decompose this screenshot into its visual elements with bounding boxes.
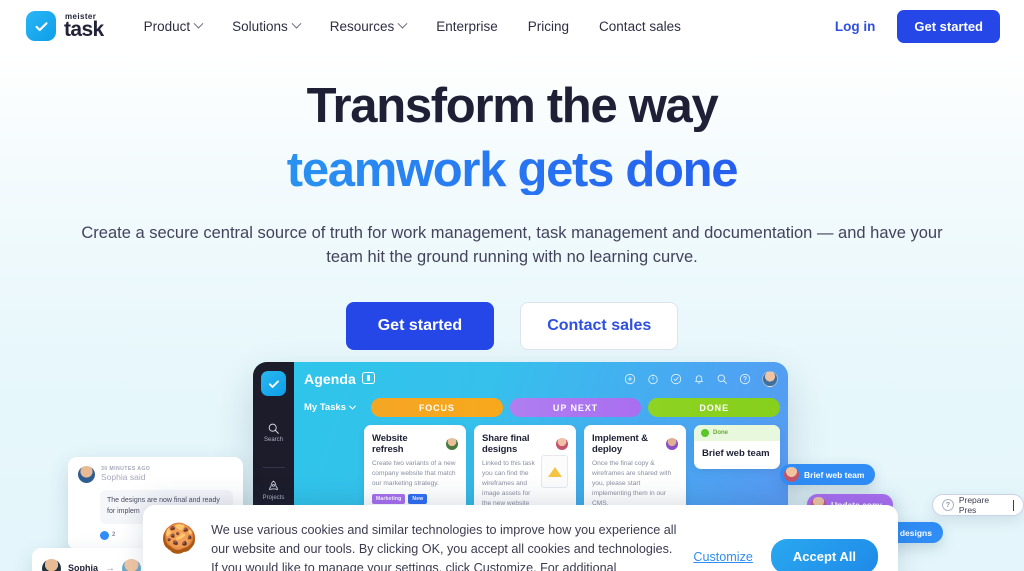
search-icon bbox=[268, 423, 279, 434]
task-title: Share final designs bbox=[482, 433, 530, 455]
app-title: Agenda bbox=[304, 370, 356, 387]
floating-task-pill[interactable]: Brief web team bbox=[780, 464, 876, 485]
status-badge: Done bbox=[694, 425, 780, 441]
sketch-file-icon bbox=[541, 455, 568, 488]
column-header-done[interactable]: DONE bbox=[648, 398, 781, 417]
task-card-header: Website refresh bbox=[372, 433, 458, 455]
comment-author-suffix: said bbox=[129, 472, 146, 482]
app-board-header: My Tasks FOCUS UP NEXT DONE bbox=[294, 395, 788, 417]
contact-sales-button-hero[interactable]: Contact sales bbox=[520, 301, 679, 350]
page-title: Transform the way teamwork gets done bbox=[0, 82, 1024, 195]
comment-author: Sophia said bbox=[101, 472, 150, 482]
chevron-down-icon bbox=[193, 18, 204, 29]
task-title: Brief web team bbox=[702, 448, 770, 459]
task-card-header: Share final designs bbox=[482, 433, 568, 455]
rocket-icon bbox=[269, 480, 278, 491]
arrow-right-icon: → bbox=[105, 562, 116, 571]
cookie-banner-actions: Customize Accept All bbox=[693, 539, 878, 571]
avatar bbox=[42, 558, 61, 571]
help-circle-icon[interactable] bbox=[739, 373, 751, 385]
quick-add-task-value: Prepare Pres bbox=[958, 495, 990, 515]
text-cursor bbox=[1013, 499, 1015, 511]
task-title: Website refresh bbox=[372, 433, 408, 455]
comment-header: 30 MINUTES AGO Sophia said bbox=[78, 466, 233, 483]
help-circle-icon: ? bbox=[942, 499, 954, 511]
avatar bbox=[78, 466, 95, 483]
nav-label: Solutions bbox=[232, 18, 288, 34]
task-card-done[interactable]: Done Brief web team bbox=[694, 425, 780, 469]
assignee-name: Sophia bbox=[68, 563, 99, 571]
main-nav: Product Solutions Resources Enterprise P… bbox=[143, 18, 681, 34]
accept-all-button[interactable]: Accept All bbox=[770, 539, 878, 571]
avatar bbox=[122, 558, 142, 571]
nav-item-product[interactable]: Product bbox=[143, 18, 204, 34]
get-started-button-hero[interactable]: Get started bbox=[345, 301, 495, 350]
comment-author-name: Sophia bbox=[101, 472, 128, 482]
task-card-header: Implement & deploy bbox=[592, 433, 678, 455]
agenda-badge-icon bbox=[361, 371, 375, 384]
hero-title-line1: Transform the way bbox=[306, 79, 719, 133]
user-avatar[interactable] bbox=[762, 370, 778, 387]
task-description: Once the final copy & wireframes are sha… bbox=[592, 460, 672, 507]
column-header-focus[interactable]: FOCUS bbox=[371, 398, 503, 417]
thumbs-up-icon bbox=[100, 530, 109, 540]
sidebar-item-projects[interactable]: Projects bbox=[262, 480, 285, 501]
nav-item-pricing[interactable]: Pricing bbox=[528, 19, 569, 34]
quick-add-task-input[interactable]: ? Prepare Pres bbox=[932, 494, 1024, 516]
nav-item-contact-sales[interactable]: Contact sales bbox=[599, 19, 681, 34]
cookie-text-main: We use various cookies and similar techn… bbox=[211, 523, 677, 571]
cookie-banner-text: We use various cookies and similar techn… bbox=[211, 521, 679, 571]
sidebar-divider bbox=[262, 467, 285, 468]
search-icon[interactable] bbox=[716, 373, 728, 385]
header-actions: Log in Get started bbox=[835, 9, 1000, 43]
hero-subtitle: Create a secure central source of truth … bbox=[81, 224, 943, 267]
pill-label: Brief web team bbox=[804, 469, 865, 480]
site-header: meister task Product Solutions Resources… bbox=[0, 0, 1024, 52]
nav-item-solutions[interactable]: Solutions bbox=[232, 18, 302, 34]
sidebar-label-projects: Projects bbox=[262, 495, 285, 501]
avatar bbox=[784, 467, 799, 482]
task-description: Create two variants of a new company web… bbox=[372, 460, 456, 487]
chevron-down-icon bbox=[349, 402, 357, 410]
tag: Marketing bbox=[372, 493, 406, 504]
status-label: Done bbox=[713, 430, 728, 436]
cookie-consent-banner: 🍪 We use various cookies and similar tec… bbox=[143, 505, 898, 571]
column-header-up-next[interactable]: UP NEXT bbox=[509, 398, 642, 417]
check-circle-icon[interactable] bbox=[670, 373, 682, 385]
nav-label: Resources bbox=[329, 18, 395, 34]
timer-icon[interactable] bbox=[647, 373, 659, 385]
avatar bbox=[666, 438, 678, 450]
logo[interactable]: meister task bbox=[26, 11, 104, 41]
customize-link[interactable]: Customize bbox=[693, 550, 753, 564]
app-topbar: Agenda bbox=[294, 362, 788, 395]
cookie-icon: 🍪 bbox=[161, 523, 198, 555]
app-logo-icon bbox=[261, 371, 286, 396]
chevron-down-icon bbox=[291, 18, 302, 29]
sidebar-label-search: Search bbox=[263, 437, 283, 443]
task-title: Implement & deploy bbox=[592, 433, 648, 455]
reaction-count: 2 bbox=[112, 532, 116, 539]
nav-item-resources[interactable]: Resources bbox=[329, 18, 408, 34]
check-circle-icon bbox=[701, 429, 709, 437]
nav-label: Product bbox=[143, 18, 191, 34]
login-link[interactable]: Log in bbox=[835, 19, 876, 34]
get-started-button-header[interactable]: Get started bbox=[897, 9, 1000, 43]
logo-task-text: task bbox=[64, 17, 104, 41]
avatar bbox=[446, 438, 458, 450]
hero-cta-group: Get started Contact sales bbox=[0, 301, 1024, 350]
view-selector-label: My Tasks bbox=[304, 402, 347, 413]
app-toolbar-icons bbox=[624, 370, 778, 387]
check-badge-icon bbox=[26, 11, 56, 41]
chevron-down-icon bbox=[397, 18, 408, 29]
plus-circle-icon[interactable] bbox=[624, 373, 636, 385]
sidebar-item-search[interactable]: Search bbox=[264, 422, 283, 443]
tag: New bbox=[408, 493, 428, 504]
view-selector[interactable]: My Tasks bbox=[304, 402, 364, 413]
nav-item-enterprise[interactable]: Enterprise bbox=[436, 19, 498, 34]
hero-title-line2: teamwork gets done bbox=[0, 146, 1024, 195]
avatar bbox=[556, 438, 568, 450]
bell-icon[interactable] bbox=[693, 373, 705, 385]
